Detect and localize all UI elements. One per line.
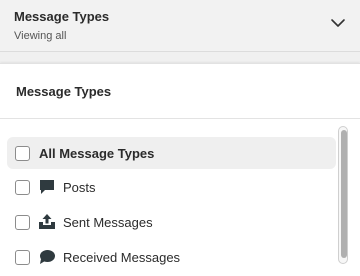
option-sent-messages[interactable]: Sent Messages	[7, 206, 336, 238]
chevron-down-icon[interactable]	[330, 15, 346, 31]
checkbox[interactable]	[15, 179, 30, 195]
option-posts[interactable]: Posts	[7, 171, 336, 203]
dropdown-current-value: Viewing all	[14, 30, 67, 42]
scrollbar-thumb[interactable]	[341, 130, 347, 258]
message-types-dropdown-header[interactable]: Message Types Viewing all	[0, 0, 360, 52]
option-label: Received Messages	[63, 249, 181, 265]
option-all-message-types[interactable]: All Message Types	[7, 137, 336, 169]
option-received-messages[interactable]: Received Messages	[7, 241, 336, 273]
checkbox[interactable]	[15, 145, 30, 161]
received-icon	[40, 250, 55, 264]
option-label: All Message Types	[39, 145, 155, 161]
dropdown-title: Message Types	[14, 9, 110, 24]
divider	[0, 118, 360, 119]
post-icon	[40, 180, 54, 194]
panel-title: Message Types	[16, 84, 112, 99]
checkbox[interactable]	[15, 214, 30, 230]
option-label: Sent Messages	[63, 214, 153, 230]
option-label: Posts	[63, 179, 96, 195]
checkbox[interactable]	[15, 249, 30, 265]
sent-icon	[39, 214, 55, 229]
